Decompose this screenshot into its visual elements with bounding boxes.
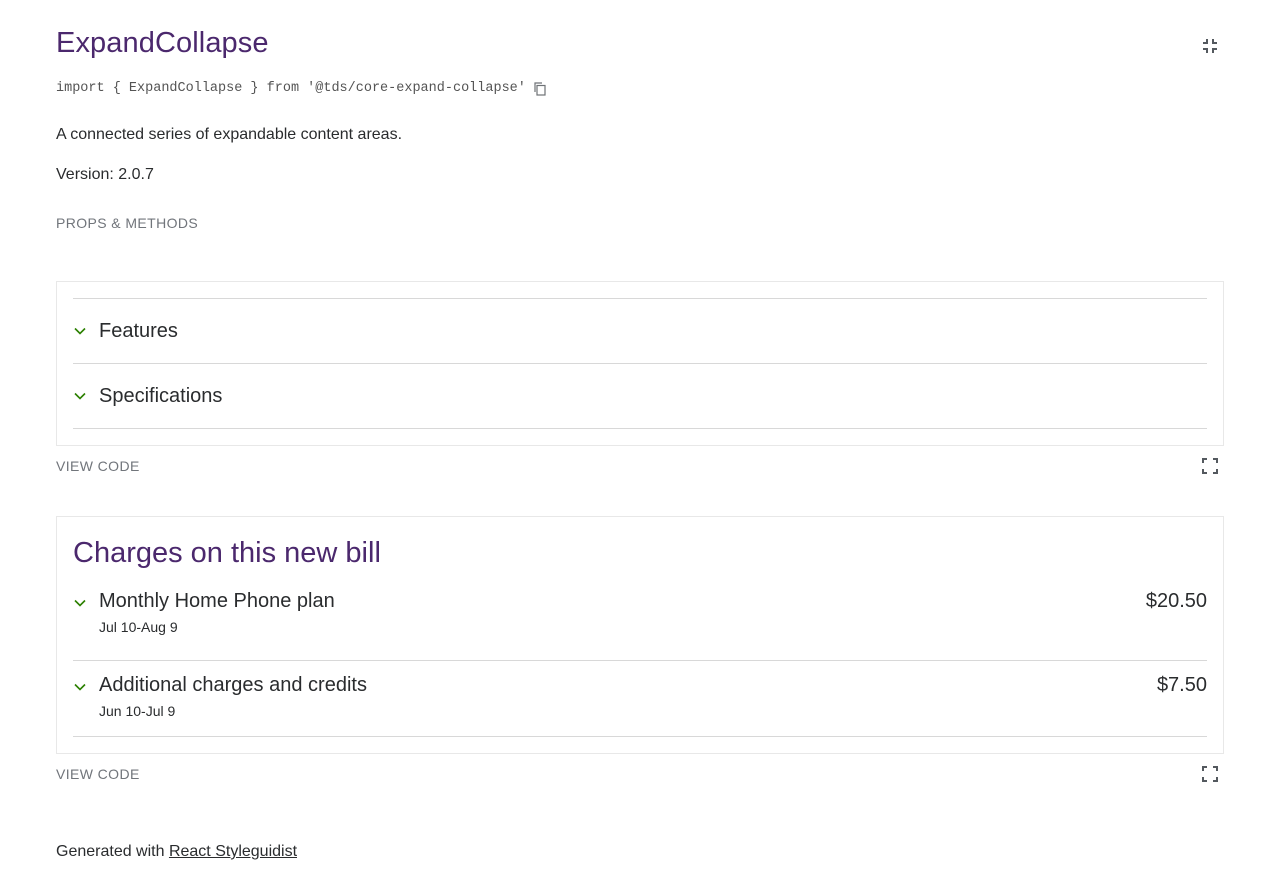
chevron-down-icon [74,392,86,400]
example-preview-1: Features Specifications [56,281,1224,446]
expand-panel-additional-charges[interactable]: Additional charges and credits Jun 10-Ju… [73,653,1207,737]
import-code: import { ExpandCollapse } from '@tds/cor… [56,80,526,96]
fullscreen-icon[interactable] [1202,766,1218,782]
panel-header[interactable]: Specifications [73,364,1207,428]
footer-text: Generated with [56,843,169,860]
expand-panel-specifications[interactable]: Specifications [73,363,1207,429]
view-code-button-1[interactable]: VIEW CODE [56,458,140,474]
expand-panel-monthly-plan[interactable]: Monthly Home Phone plan Jul 10-Aug 9 $20… [73,577,1207,661]
fullscreen-exit-icon[interactable] [1202,38,1218,54]
chevron-down-icon [74,599,86,607]
component-version: Version: 2.0.7 [56,166,154,183]
panel-subtext: Jun 10-Jul 9 [99,703,176,719]
styleguide-page: ExpandCollapse import { ExpandCollapse }… [56,0,1224,880]
example-preview-2: Charges on this new bill Monthly Home Ph… [56,516,1224,754]
panel-label: Monthly Home Phone plan [99,590,335,612]
footer: Generated with React Styleguidist [56,843,297,861]
bill-title: Charges on this new bill [73,537,381,569]
panel-amount: $20.50 [1145,590,1207,612]
panel-amount: $7.50 [1156,674,1207,696]
panel-label: Specifications [99,384,223,407]
chevron-down-icon [74,327,86,335]
copy-icon[interactable] [533,82,547,96]
import-statement: import { ExpandCollapse } from '@tds/cor… [56,80,547,96]
chevron-down-icon [74,683,86,691]
panel-subtext: Jul 10-Aug 9 [99,619,178,635]
props-methods-link[interactable]: PROPS & METHODS [56,215,198,231]
styleguidist-link[interactable]: React Styleguidist [169,843,297,860]
page-title: ExpandCollapse [56,27,269,59]
panel-label: Additional charges and credits [99,674,367,696]
expand-panel-features[interactable]: Features [73,298,1207,363]
view-code-button-2[interactable]: VIEW CODE [56,766,140,782]
panel-header[interactable]: Features [73,299,1207,363]
panel-label: Features [99,319,178,342]
fullscreen-icon[interactable] [1202,458,1218,474]
component-description: A connected series of expandable content… [56,126,403,143]
